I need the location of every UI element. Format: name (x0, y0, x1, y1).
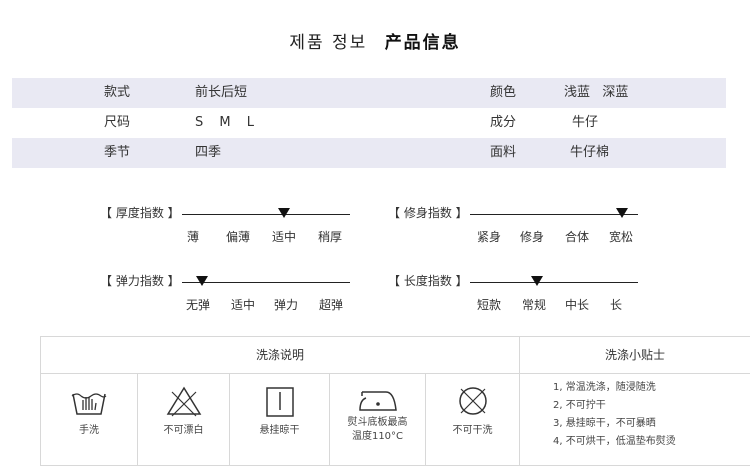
care-cell-hang-dry: 悬挂晾干 (230, 374, 329, 465)
title-korean: 제품 정보 (289, 33, 368, 53)
spec-value: 前长后短 (195, 85, 248, 100)
fit-scale: 【 修身指数 】 紧身 修身 合体 宽松 (388, 204, 658, 254)
spec-table: 款式 前长后短 颜色 浅蓝 深蓝 尺码 S M L 成分 牛仔 季节 四季 面料… (12, 78, 726, 168)
iron-icon (330, 384, 425, 414)
scale-option: 合体 (565, 230, 590, 244)
scale-option: 修身 (520, 230, 545, 244)
scale-option: 薄 (187, 230, 200, 244)
spec-row-size: 尺码 S M L 成分 牛仔 (12, 108, 726, 138)
scale-option: 偏薄 (226, 230, 251, 244)
thickness-scale: 【 厚度指数 】 薄 偏薄 适中 稍厚 (100, 204, 370, 254)
care-caption-line: 温度110°C (351, 431, 404, 442)
scale-marker (616, 208, 628, 218)
care-caption: 不可漂白 (163, 425, 204, 436)
spec-label: 尺码 (104, 115, 131, 130)
no-bleach-icon (138, 384, 229, 418)
scale-option: 中长 (565, 298, 590, 312)
wash-tips-list: 1, 常温洗涤，随浸随洗 2, 不可拧干 3, 悬挂晾干，不可暴晒 4, 不可烘… (553, 379, 676, 451)
scale-label: 【 长度指数 】 (388, 274, 468, 288)
care-panel: 洗涤说明 洗涤小贴士 手洗 不可漂白 悬挂晾干 熨斗底板最高 温度110°C 不… (40, 336, 750, 466)
scale-marker (278, 208, 290, 218)
spec-label: 季节 (104, 145, 131, 160)
spec-value: 浅蓝 深蓝 (564, 85, 629, 100)
spec-row-style: 款式 前长后短 颜色 浅蓝 深蓝 (12, 78, 726, 108)
scale-marker (196, 276, 208, 286)
scale-option: 超弹 (319, 298, 344, 312)
scale-option: 稍厚 (318, 230, 343, 244)
spec-row-season: 季节 四季 面料 牛仔棉 (12, 138, 726, 168)
wash-tips-header: 洗涤小贴士 (604, 348, 665, 362)
scale-line (470, 214, 638, 215)
scale-line (182, 214, 350, 215)
care-cell-no-dry-clean: 不可干洗 (426, 374, 519, 465)
hand-wash-icon (41, 384, 137, 418)
care-caption: 熨斗底板最高 温度110°C (330, 416, 425, 444)
scale-label: 【 弹力指数 】 (100, 274, 180, 288)
care-caption: 不可干洗 (452, 425, 493, 436)
spec-value: 牛仔 (572, 115, 599, 130)
spec-label: 面料 (490, 145, 517, 160)
wash-tip: 1, 常温洗涤，随浸随洗 (553, 382, 656, 393)
stretch-scale: 【 弹力指数 】 无弹 适中 弹力 超弹 (100, 272, 370, 322)
divider (519, 337, 520, 465)
title-chinese: 产品信息 (384, 33, 461, 53)
page-title: 제품 정보 产品信息 (0, 28, 750, 53)
spec-value: S M L (195, 115, 260, 130)
care-cell-hand-wash: 手洗 (41, 374, 137, 465)
scale-option: 长 (610, 298, 623, 312)
scale-option: 短款 (477, 298, 502, 312)
scale-option: 紧身 (477, 230, 502, 244)
no-dry-clean-icon (426, 384, 519, 418)
care-cell-iron: 熨斗底板最高 温度110°C (330, 374, 425, 465)
wash-tip: 2, 不可拧干 (553, 400, 606, 411)
care-caption: 悬挂晾干 (259, 425, 300, 436)
scale-option: 弹力 (274, 298, 299, 312)
wash-tip: 3, 悬挂晾干，不可暴晒 (553, 418, 656, 429)
spec-value: 四季 (195, 145, 222, 160)
scale-option: 适中 (272, 230, 297, 244)
care-caption: 手洗 (79, 425, 99, 436)
spec-label: 成分 (490, 115, 517, 130)
scale-option: 无弹 (186, 298, 211, 312)
spec-value: 牛仔棉 (570, 145, 610, 160)
spec-label: 颜色 (490, 85, 517, 100)
scale-marker (531, 276, 543, 286)
hang-dry-icon (230, 384, 329, 418)
scale-label: 【 厚度指数 】 (100, 206, 180, 220)
care-cell-no-bleach: 不可漂白 (138, 374, 229, 465)
scale-option: 适中 (231, 298, 256, 312)
scale-option: 宽松 (609, 230, 634, 244)
wash-instructions-header: 洗涤说明 (255, 348, 304, 362)
scale-label: 【 修身指数 】 (388, 206, 468, 220)
scale-option: 常规 (522, 298, 547, 312)
scale-line (470, 282, 638, 283)
care-caption-line: 熨斗底板最高 (347, 417, 408, 428)
spec-label: 款式 (104, 85, 131, 100)
wash-tip: 4, 不可烘干，低温垫布熨烫 (553, 436, 676, 447)
length-scale: 【 长度指数 】 短款 常规 中长 长 (388, 272, 658, 322)
